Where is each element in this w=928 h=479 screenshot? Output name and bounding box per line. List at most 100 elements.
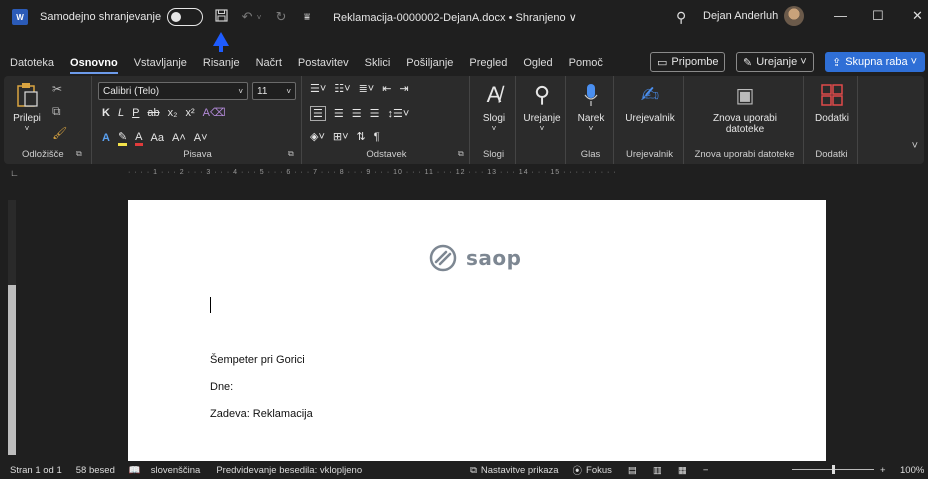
- document-page[interactable]: saop Šempeter pri Gorici Dne: Zadeva: Re…: [128, 200, 826, 461]
- comments-button[interactable]: ▭ Pripombe: [650, 52, 726, 72]
- font-color-row: A ✎ A Aa A˄ A˅: [102, 130, 208, 146]
- justify-icon[interactable]: ☰: [370, 107, 380, 120]
- multilevel-list-icon[interactable]: ≣˅: [359, 82, 375, 95]
- borders-icon[interactable]: ⊞˅: [333, 130, 349, 143]
- align-right-icon[interactable]: ☰: [352, 107, 362, 120]
- toggle-knob: [171, 11, 182, 22]
- align-left-icon[interactable]: ☰: [310, 106, 326, 121]
- sort-icon[interactable]: ⇅: [357, 130, 366, 143]
- save-icon[interactable]: [213, 9, 229, 25]
- grow-font-icon[interactable]: A˄: [172, 132, 186, 144]
- share-button[interactable]: ⇪ Skupna raba ˅: [825, 52, 925, 72]
- display-settings-button[interactable]: Nastavitve prikaza: [481, 465, 559, 476]
- line-spacing-icon[interactable]: ↕☰˅: [388, 107, 410, 120]
- underline-icon[interactable]: P: [132, 107, 139, 119]
- format-painter-icon[interactable]: 🖌: [52, 126, 67, 140]
- editing-mode-button[interactable]: ✎ Urejanje ˅: [736, 52, 814, 72]
- vertical-ruler[interactable]: [8, 200, 16, 455]
- alignment-row: ☰ ☰ ☰ ☰ ↕☰˅: [310, 106, 409, 121]
- tab-help[interactable]: Pomoč: [569, 57, 603, 69]
- highlight-icon[interactable]: ✎: [117, 130, 128, 146]
- comment-icon: ▭: [657, 56, 668, 69]
- word-count[interactable]: 58 besed: [76, 465, 115, 476]
- italic-icon[interactable]: L: [118, 107, 124, 119]
- tab-references[interactable]: Sklici: [365, 57, 391, 69]
- decrease-indent-icon[interactable]: ⇤: [382, 82, 391, 95]
- reuse-files-button[interactable]: ▣ Znova uporabi datoteke: [700, 80, 790, 136]
- horizontal-ruler[interactable]: · · · · 1 · · · 2 · · · 3 · · · 4 · · · …: [128, 169, 826, 177]
- pencil-icon: ✎: [743, 56, 753, 69]
- print-layout-icon[interactable]: ▥: [653, 465, 662, 476]
- font-launcher-icon[interactable]: ⧉: [288, 149, 294, 159]
- zoom-out-icon[interactable]: −: [703, 465, 709, 476]
- tab-mailings[interactable]: Pošiljanje: [406, 57, 453, 69]
- tab-view[interactable]: Ogled: [523, 57, 552, 69]
- change-case-button[interactable]: Aa: [151, 132, 164, 144]
- text-effects-icon[interactable]: A: [102, 132, 110, 144]
- tab-draw[interactable]: Risanje: [203, 57, 240, 69]
- clear-formatting-icon[interactable]: A⌫: [203, 106, 226, 119]
- bullets-icon[interactable]: ☰˅: [310, 82, 326, 95]
- tab-selector-icon[interactable]: ∟: [10, 168, 19, 178]
- shading-icon[interactable]: ◈˅: [310, 130, 325, 143]
- zoom-slider-thumb[interactable]: [832, 465, 835, 474]
- text-prediction-status[interactable]: Predvidevanje besedila: vklopljeno: [216, 465, 362, 476]
- paste-dropdown-icon[interactable]: ˅: [10, 124, 44, 133]
- group-styles: A̸ Slogi ˅ Slogi: [472, 76, 516, 164]
- username[interactable]: Dejan Anderluh: [703, 10, 778, 22]
- editor-button[interactable]: ✍ Urejevalnik: [618, 80, 682, 124]
- font-size-select[interactable]: 11 ˅: [252, 82, 296, 100]
- font-name-select[interactable]: Calibri (Telo) ˅: [98, 82, 248, 100]
- language-status[interactable]: slovenščina: [151, 465, 201, 476]
- zoom-level[interactable]: 100%: [900, 465, 924, 476]
- redo-icon[interactable]: ↻: [273, 9, 289, 25]
- tab-file[interactable]: Datoteka: [10, 57, 54, 69]
- search-icon[interactable]: ⚲: [676, 9, 686, 26]
- subscript-icon[interactable]: x₂: [168, 107, 178, 119]
- tab-home[interactable]: Osnovno: [70, 57, 118, 74]
- addins-button[interactable]: Dodatki: [810, 80, 854, 124]
- minimize-icon[interactable]: —: [834, 8, 847, 23]
- strikethrough-icon[interactable]: ab: [147, 107, 159, 119]
- increase-indent-icon[interactable]: ⇥: [399, 82, 408, 95]
- web-layout-icon[interactable]: ▦: [678, 465, 687, 476]
- proofing-icon[interactable]: 📖: [129, 465, 141, 476]
- shrink-font-icon[interactable]: A˅: [194, 132, 208, 144]
- page-count[interactable]: Stran 1 od 1: [10, 465, 62, 476]
- styles-button[interactable]: A̸ Slogi ˅: [476, 80, 512, 133]
- read-mode-icon[interactable]: ▤: [628, 465, 637, 476]
- tab-design[interactable]: Načrt: [256, 57, 282, 69]
- display-settings-icon[interactable]: ⧉: [470, 465, 477, 476]
- tab-insert[interactable]: Vstavljanje: [134, 57, 187, 69]
- customize-toolbar-icon[interactable]: ⩸: [299, 12, 315, 23]
- ribbon-collapse-icon[interactable]: ˅: [912, 140, 918, 152]
- maximize-icon[interactable]: ☐: [872, 8, 884, 24]
- undo-icon[interactable]: ↶: [239, 9, 255, 25]
- paste-icon: [12, 80, 42, 110]
- shading-row: ◈˅ ⊞˅ ⇅ ¶: [310, 130, 380, 144]
- find-button[interactable]: ⚲ Urejanje ˅: [520, 80, 564, 133]
- undo-dropdown-icon[interactable]: ˅: [255, 13, 263, 22]
- paragraph-launcher-icon[interactable]: ⧉: [458, 149, 464, 159]
- cut-icon[interactable]: ✂: [52, 82, 62, 96]
- align-center-icon[interactable]: ☰: [334, 107, 344, 120]
- tab-review[interactable]: Pregled: [469, 57, 507, 69]
- superscript-icon[interactable]: x²: [185, 107, 194, 119]
- font-color-icon[interactable]: A: [135, 131, 143, 146]
- zoom-in-icon[interactable]: +: [880, 465, 886, 476]
- tab-layout[interactable]: Postavitev: [298, 57, 349, 69]
- copy-icon[interactable]: ⧉: [52, 104, 61, 119]
- dictate-button[interactable]: Narek ˅: [570, 80, 612, 133]
- focus-icon[interactable]: ⦿: [573, 463, 583, 477]
- group-editor: ✍ Urejevalnik Urejevalnik: [616, 76, 684, 164]
- paste-button[interactable]: Prilepi ˅: [10, 80, 44, 133]
- close-icon[interactable]: ✕: [912, 8, 923, 24]
- focus-button[interactable]: Fokus: [586, 465, 612, 476]
- document-title[interactable]: Reklamacija-0000002-DejanA.docx • Shranj…: [333, 11, 577, 24]
- bold-icon[interactable]: K: [102, 107, 110, 119]
- numbering-icon[interactable]: ☷˅: [334, 82, 350, 95]
- clipboard-launcher-icon[interactable]: ⧉: [76, 149, 82, 159]
- avatar[interactable]: [784, 6, 804, 26]
- pilcrow-icon[interactable]: ¶: [374, 131, 380, 143]
- autosave-toggle[interactable]: [167, 8, 204, 26]
